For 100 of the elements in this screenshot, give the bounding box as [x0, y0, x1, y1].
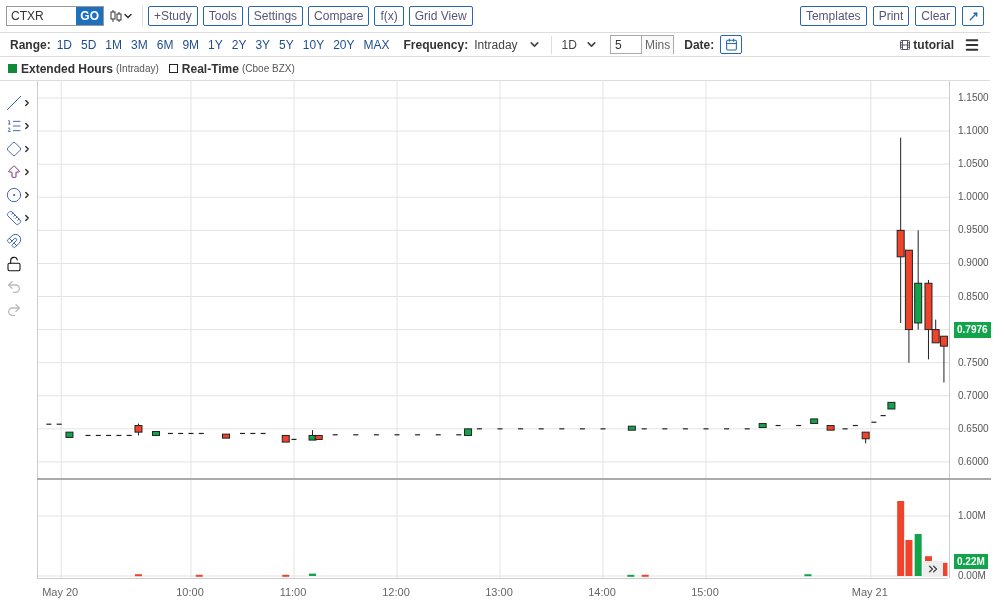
range-option[interactable]: 6M	[156, 35, 174, 54]
candle	[167, 432, 174, 435]
time-axis-label: 10:00	[176, 585, 204, 600]
price-axis-label: 0.6000	[958, 454, 989, 469]
scroll-right-button[interactable]	[923, 561, 943, 577]
toolbar-button[interactable]: f(x)	[374, 6, 404, 26]
range-option[interactable]: 10Y	[302, 35, 325, 54]
candle	[222, 433, 230, 439]
symbol-field[interactable]: CTXR GO	[6, 6, 104, 26]
time-axis-label: 13:00	[485, 585, 513, 600]
price-axis-label: 0.7000	[958, 388, 989, 403]
range-option[interactable]: 3Y	[255, 35, 271, 54]
price-axis-label: 0.8500	[958, 289, 989, 304]
ruler-tool-icon[interactable]	[6, 210, 22, 226]
time-axis-label: 12:00	[382, 585, 410, 600]
frequency-dropdown[interactable]: Intraday	[474, 35, 541, 54]
candle	[464, 428, 473, 436]
range-option[interactable]: 20Y	[333, 35, 355, 54]
diagonal-arrow-icon	[967, 10, 979, 22]
range-option[interactable]: 2Y	[231, 35, 247, 54]
toolbar-button[interactable]: Templates	[799, 6, 867, 26]
volume-bar	[282, 574, 290, 577]
diamond-tool-icon[interactable]	[6, 141, 22, 157]
toolbar-button[interactable]: Print	[872, 6, 910, 26]
legend-label: Extended Hours	[21, 60, 113, 78]
chevron-icon[interactable]	[22, 190, 32, 200]
circle-tool-icon[interactable]	[6, 187, 22, 203]
price-axis-label: 0.9000	[958, 256, 989, 271]
price-axis-label: 0.9500	[958, 223, 989, 238]
legend-note: (Cboe BZX)	[241, 62, 295, 76]
magnet-icon[interactable]	[6, 233, 22, 249]
legend-label: Real-Time	[181, 60, 239, 78]
toolbar-button[interactable]: Grid View	[408, 6, 473, 26]
chevron-icon[interactable]	[22, 121, 32, 131]
go-button[interactable]: GO	[76, 7, 103, 25]
candle	[852, 424, 859, 427]
volume-bar	[641, 574, 649, 577]
candle	[861, 431, 870, 444]
double-chevron-icon	[926, 562, 940, 576]
price-badge: 0.7976	[954, 322, 991, 338]
arrow-tool-icon[interactable]	[6, 164, 22, 180]
lock-icon[interactable]	[6, 256, 22, 272]
date-label: Date:	[684, 36, 715, 54]
legend-checkbox[interactable]	[8, 64, 17, 73]
toolbar-button[interactable]: Tools	[202, 6, 243, 26]
price-axis-label: 1.1500	[958, 91, 989, 105]
legend-checkbox[interactable]	[168, 64, 178, 73]
expand-button[interactable]	[962, 6, 984, 26]
price-axis-label: 1.0500	[958, 157, 989, 172]
symbol-value: CTXR	[10, 8, 45, 25]
chart-type-button[interactable]	[110, 9, 134, 23]
menu-icon[interactable]	[964, 36, 980, 53]
list-tool-icon[interactable]	[6, 118, 22, 134]
candle	[84, 434, 92, 437]
time-axis-label: May 20	[42, 585, 79, 600]
candle	[105, 434, 112, 437]
volume-axis-label: 0.00M	[958, 569, 986, 583]
chevron-icon[interactable]	[22, 144, 32, 154]
time-axis-label: May 21	[851, 585, 888, 600]
volume-bar	[627, 574, 635, 577]
candle	[65, 431, 74, 438]
legend-note: (Intraday)	[116, 62, 159, 76]
period-dropdown[interactable]: 1D	[561, 35, 598, 54]
chevron-icon[interactable]	[22, 213, 32, 223]
range-label: Range:	[10, 36, 51, 54]
candle	[260, 432, 267, 435]
volume-badge: 0.22M	[954, 554, 988, 569]
range-option[interactable]: 5Y	[279, 35, 294, 54]
toolbar-button[interactable]: Compare	[308, 6, 370, 26]
toolbar-button[interactable]: +Study	[148, 6, 198, 26]
range-option[interactable]: 1M	[105, 35, 123, 54]
time-axis-label: 11:00	[279, 585, 307, 600]
interval-field[interactable]: 5 Mins	[609, 35, 675, 54]
candle	[775, 424, 782, 427]
tutorial-link[interactable]: tutorial	[913, 35, 954, 54]
range-option[interactable]: 5D	[81, 35, 97, 54]
date-picker-button[interactable]	[720, 35, 743, 54]
range-option[interactable]: MAX	[363, 35, 390, 54]
candle	[795, 424, 802, 427]
candle	[152, 431, 160, 436]
toolbar-button[interactable]: Settings	[247, 6, 304, 26]
range-option[interactable]: 1D	[56, 35, 72, 54]
candle	[177, 432, 184, 435]
range-option[interactable]: 9M	[182, 35, 200, 54]
candle	[115, 434, 122, 437]
chevron-icon[interactable]	[22, 167, 32, 177]
calendar-icon	[724, 38, 738, 51]
volume-bar	[134, 574, 142, 577]
volume-bar	[195, 574, 203, 577]
toolbar-button[interactable]: Clear	[915, 6, 956, 26]
candle	[239, 432, 246, 435]
range-option[interactable]: 3M	[131, 35, 148, 54]
chevron-icon[interactable]	[22, 98, 32, 108]
range-option[interactable]: 1Y	[208, 35, 223, 54]
volume-axis-label: 1.00M	[958, 509, 986, 523]
candlestick-icon	[110, 9, 122, 23]
candle	[249, 432, 256, 435]
line-tool-icon[interactable]	[6, 95, 22, 111]
candle	[810, 418, 819, 425]
candle	[758, 423, 767, 429]
